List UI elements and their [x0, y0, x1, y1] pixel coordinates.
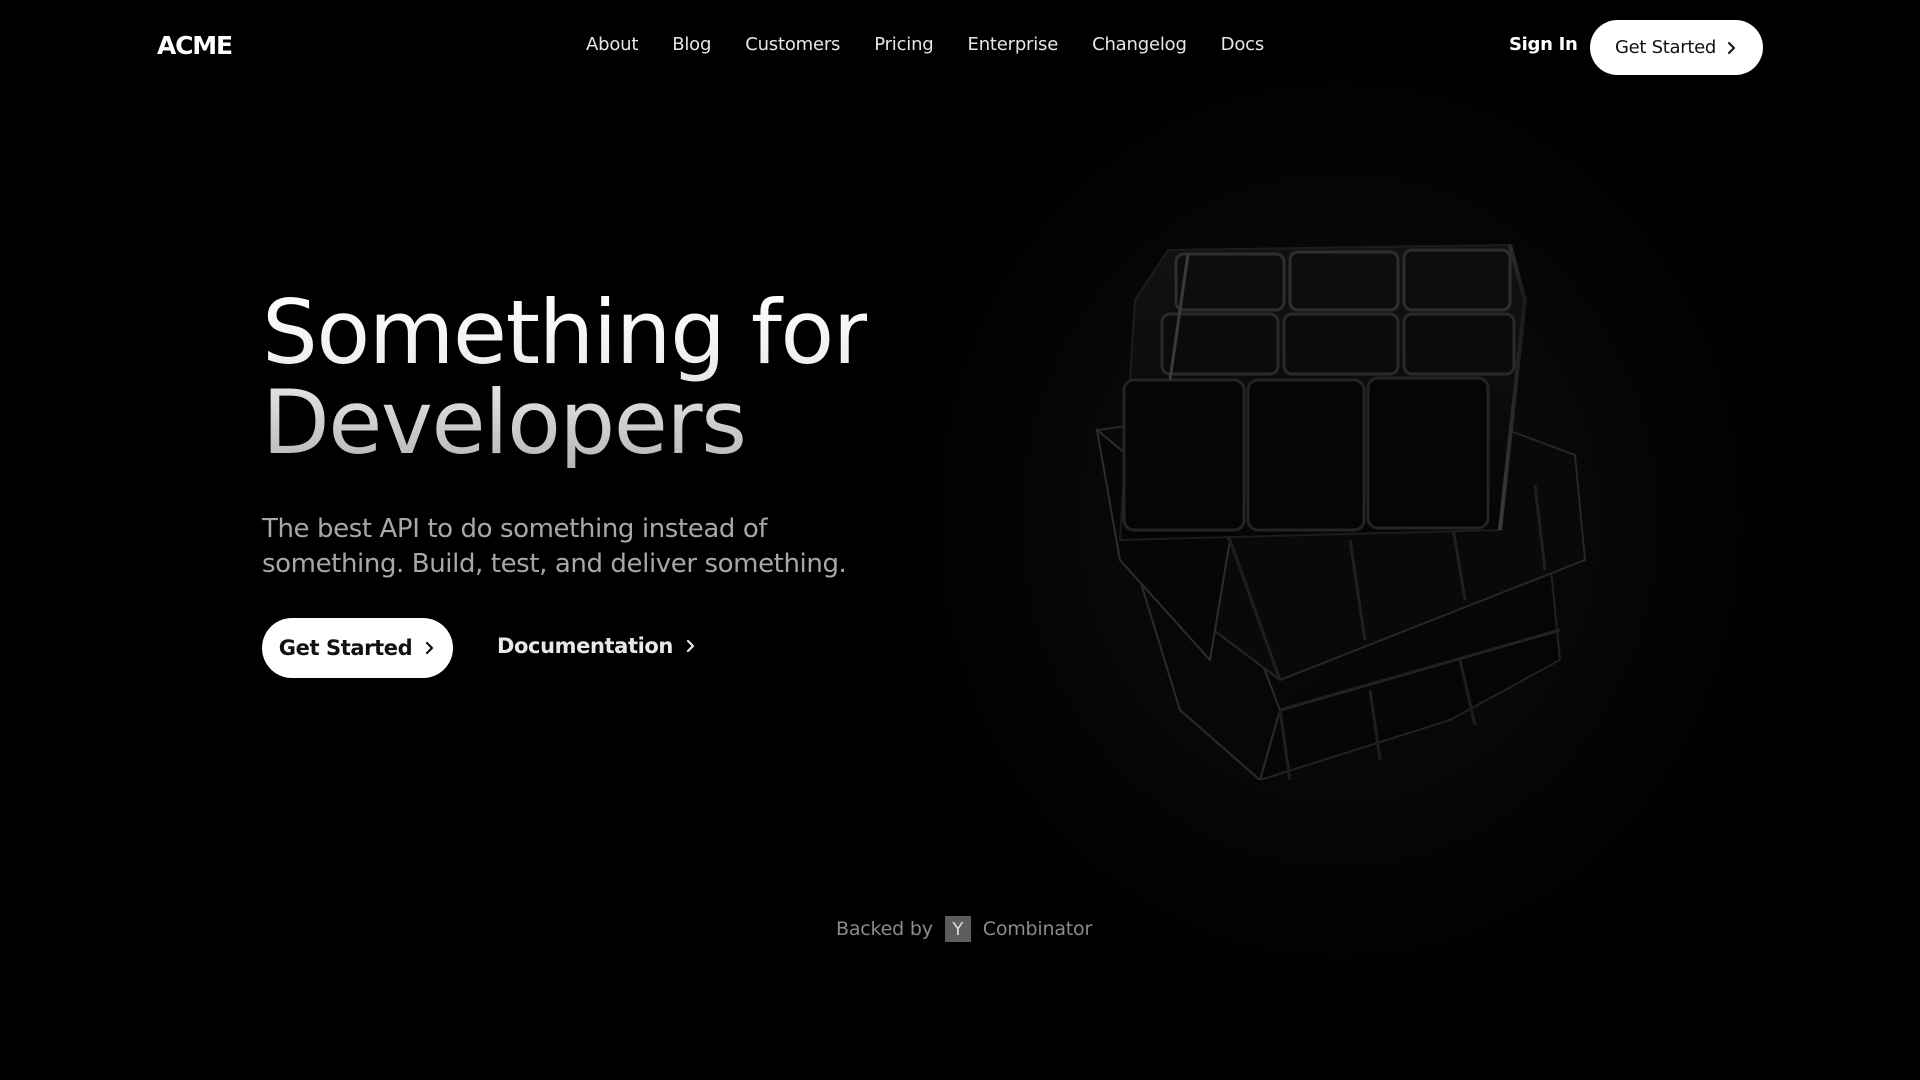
nav-link-docs[interactable]: Docs	[1221, 34, 1265, 55]
chevron-right-icon	[422, 641, 436, 655]
top-nav: ACME About Blog Customers Pricing Enterp…	[0, 0, 1920, 94]
backed-by-prefix: Backed by	[836, 918, 933, 940]
nav-link-changelog[interactable]: Changelog	[1092, 34, 1187, 55]
y-combinator-logo-icon: Y	[944, 916, 971, 942]
nav-link-about[interactable]: About	[586, 34, 638, 55]
nav-link-customers[interactable]: Customers	[745, 34, 840, 55]
documentation-label: Documentation	[497, 634, 673, 658]
hero-subtitle-line-1: The best API to do something instead of	[262, 514, 768, 544]
sign-in-link[interactable]: Sign In	[1509, 34, 1578, 55]
hero-subtitle-line-2: something. Build, test, and deliver some…	[262, 549, 847, 579]
rubiks-cube-illustration	[1095, 243, 1587, 780]
hero-title-line-2: Developers	[262, 371, 746, 474]
chevron-right-icon	[683, 639, 697, 653]
nav-link-pricing[interactable]: Pricing	[874, 34, 933, 55]
chevron-right-icon	[1724, 41, 1738, 55]
hero-title: Something for Developers	[262, 288, 867, 468]
acme-logo[interactable]: ACME	[157, 31, 233, 60]
landing-page: ACME About Blog Customers Pricing Enterp…	[0, 0, 1920, 1080]
hero-subtitle: The best API to do something instead of …	[262, 512, 902, 582]
nav-links: About Blog Customers Pricing Enterprise …	[586, 34, 1264, 55]
nav-link-blog[interactable]: Blog	[672, 34, 711, 55]
hero-get-started-button[interactable]: Get Started	[262, 618, 453, 678]
hero-title-line-1: Something for	[262, 281, 868, 384]
nav-link-enterprise[interactable]: Enterprise	[968, 34, 1059, 55]
hero-get-started-label: Get Started	[278, 636, 413, 660]
nav-get-started-button[interactable]: Get Started	[1590, 20, 1763, 75]
backed-by: Backed by Y Combinator	[836, 916, 1092, 942]
cube-top-layer	[1118, 243, 1528, 542]
documentation-link[interactable]: Documentation	[497, 634, 697, 658]
backed-by-name: Combinator	[982, 918, 1093, 940]
nav-get-started-label: Get Started	[1615, 37, 1716, 58]
